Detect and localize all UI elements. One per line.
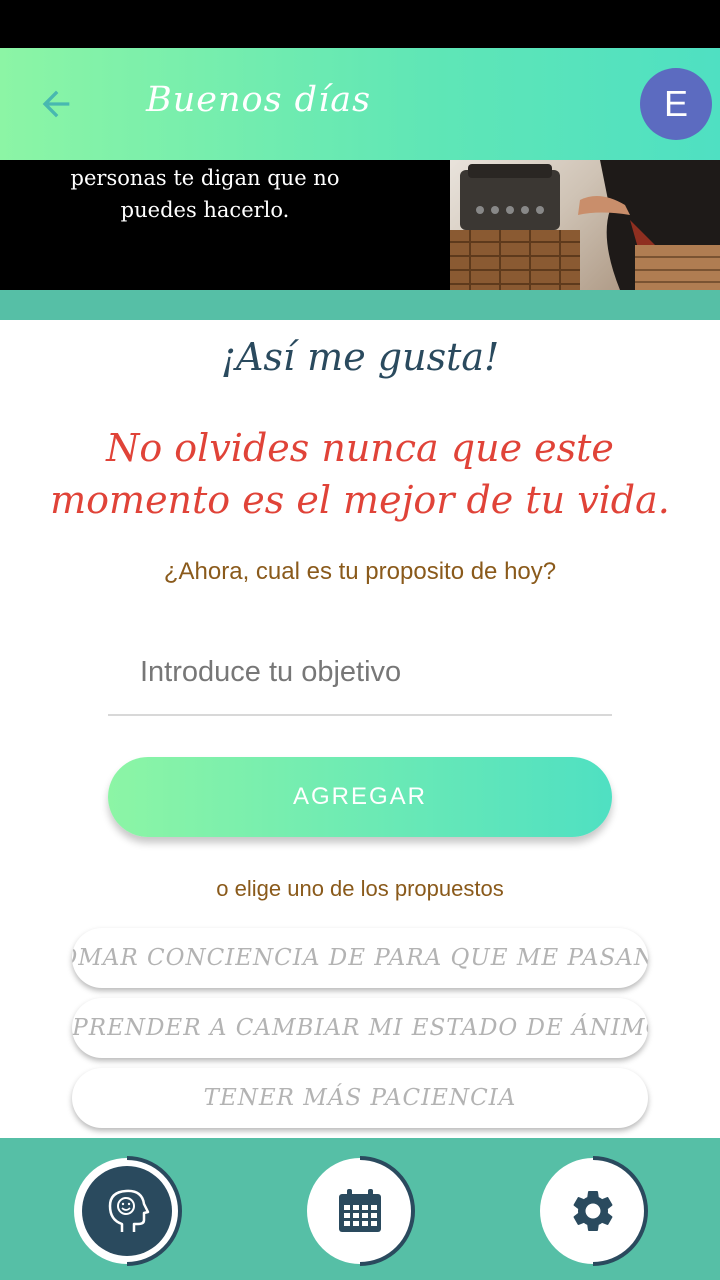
user-avatar[interactable]: E	[640, 68, 712, 140]
suggestions-label: o elige uno de los propuestos	[216, 876, 504, 901]
progress-ring	[359, 1156, 416, 1266]
bottom-navigation	[0, 1138, 720, 1280]
nav-calendar-button[interactable]	[307, 1156, 416, 1266]
progress-ring	[126, 1156, 183, 1266]
suggestion-chip[interactable]: TENER MÁS PACIENCIA	[72, 1068, 648, 1128]
goal-input[interactable]	[108, 630, 612, 716]
arrow-left-icon	[42, 90, 70, 118]
section-divider	[0, 290, 720, 320]
quote-banner: personas te digan que no puedes hacerlo.	[0, 160, 720, 290]
status-bar	[0, 0, 720, 48]
greeting-title: Buenos días	[146, 80, 372, 120]
nav-settings-button[interactable]	[540, 1156, 649, 1266]
purpose-question: ¿Ahora, cual es tu proposito de hoy?	[163, 558, 557, 585]
praise-heading: ¡Así me gusta!	[220, 335, 500, 379]
progress-ring	[592, 1156, 649, 1266]
nav-mind-button[interactable]	[74, 1156, 183, 1266]
suggestion-chip[interactable]: TOMAR CONCIENCIA DE PARA QUE ME PASAN LA…	[72, 928, 648, 988]
suggestion-chip[interactable]: APRENDER A CAMBIAR MI ESTADO DE ÁNIMO	[72, 998, 648, 1058]
add-goal-button[interactable]: AGREGAR	[108, 757, 612, 837]
back-button[interactable]	[28, 78, 84, 130]
suggestion-label: TOMAR CONCIENCIA DE PARA QUE ME PASAN LA…	[72, 945, 648, 971]
banner-photo	[450, 160, 720, 290]
affirmation-text: No olvides nunca que este momento es el …	[50, 426, 670, 522]
screen: Buenos días E personas te digan que no p…	[0, 0, 720, 1280]
suggestion-label: TENER MÁS PACIENCIA	[203, 1085, 517, 1111]
suggestion-label: APRENDER A CAMBIAR MI ESTADO DE ÁNIMO	[72, 1015, 648, 1041]
app-bar: Buenos días E	[0, 48, 720, 160]
banner-quote: personas te digan que no puedes hacerlo.	[70, 166, 340, 222]
